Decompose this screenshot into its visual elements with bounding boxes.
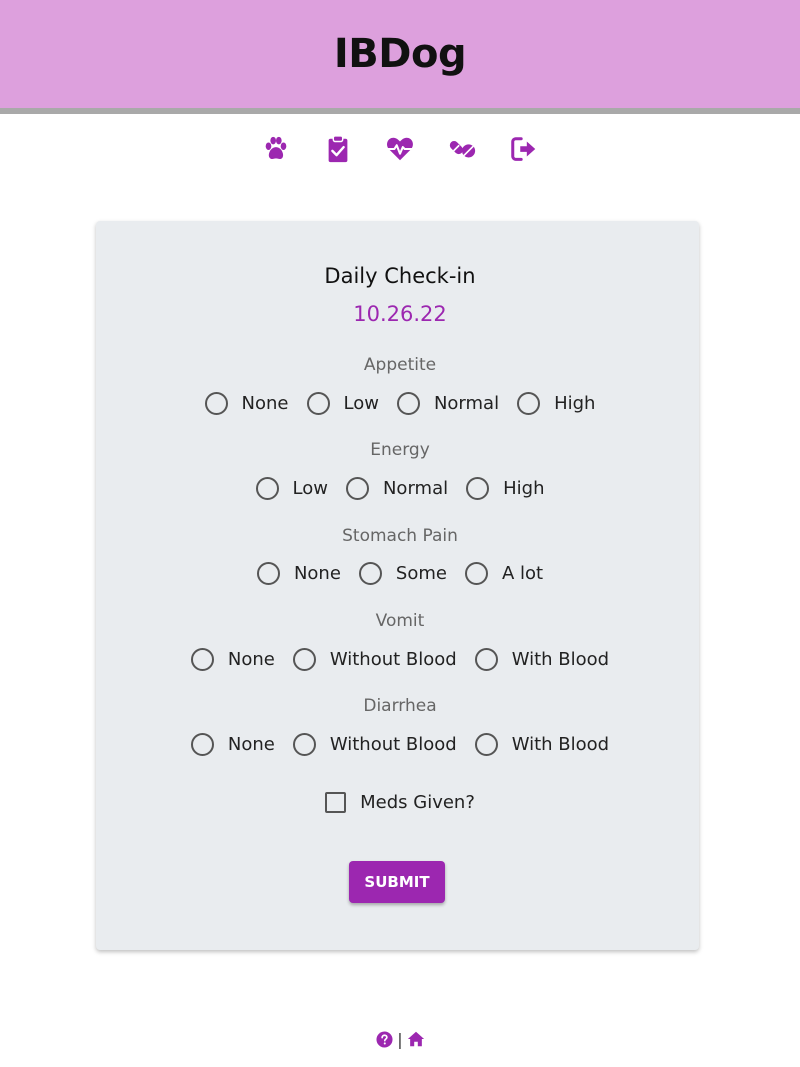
form-date: 10.26.22 bbox=[353, 302, 447, 326]
pills-icon bbox=[449, 141, 476, 158]
radio-button[interactable] bbox=[464, 562, 488, 585]
radio-button[interactable] bbox=[474, 648, 498, 671]
heart-pulse-icon bbox=[386, 137, 414, 161]
energy-label: Energy bbox=[370, 440, 430, 460]
vomit-options: None Without Blood With Blood bbox=[0, 648, 800, 671]
home-icon bbox=[407, 1031, 424, 1047]
checkin-card bbox=[96, 221, 699, 950]
radio-button[interactable] bbox=[292, 733, 316, 756]
nav-meds-button[interactable] bbox=[446, 133, 478, 165]
appetite-label: Appetite bbox=[363, 355, 437, 375]
energy-option-normal[interactable]: Normal bbox=[345, 477, 448, 500]
meds-given-label: Meds Given? bbox=[360, 792, 475, 813]
nav-checkin-button[interactable] bbox=[322, 133, 354, 165]
stomach-pain-label: Stomach Pain bbox=[342, 526, 458, 546]
footer: | bbox=[0, 1029, 800, 1049]
logout-icon bbox=[511, 137, 536, 161]
stomach-pain-options: None Some A lot bbox=[0, 562, 800, 585]
radio-button[interactable] bbox=[466, 477, 490, 500]
app-header: IBDog bbox=[0, 0, 800, 108]
energy-option-low[interactable]: Low bbox=[255, 477, 328, 500]
radio-button[interactable] bbox=[474, 733, 498, 756]
radio-button[interactable] bbox=[358, 562, 382, 585]
radio-button[interactable] bbox=[190, 733, 214, 756]
stomach-pain-option-none[interactable]: None bbox=[256, 562, 341, 585]
appetite-option-normal[interactable]: Normal bbox=[396, 392, 499, 415]
submit-button[interactable]: SUBMIT bbox=[349, 861, 445, 903]
paw-icon bbox=[265, 136, 287, 159]
help-button[interactable] bbox=[375, 1030, 393, 1048]
app-title: IBDog bbox=[333, 31, 467, 77]
appetite-option-high[interactable]: High bbox=[517, 392, 595, 415]
radio-button[interactable] bbox=[396, 392, 420, 415]
footer-separator: | bbox=[397, 1029, 403, 1049]
question-circle-icon bbox=[376, 1030, 393, 1048]
stomach-pain-option-a-lot[interactable]: A lot bbox=[464, 562, 543, 585]
nav-health-button[interactable] bbox=[384, 133, 416, 165]
radio-button[interactable] bbox=[345, 477, 369, 500]
nav-logout-button[interactable] bbox=[508, 133, 540, 165]
diarrhea-option-none[interactable]: None bbox=[190, 733, 275, 756]
header-divider bbox=[0, 108, 800, 114]
clipboard-check-icon bbox=[328, 135, 348, 163]
nav-dog-profile-button[interactable] bbox=[260, 133, 292, 165]
radio-button[interactable] bbox=[256, 562, 280, 585]
radio-button[interactable] bbox=[517, 392, 541, 415]
meds-given-checkbox[interactable] bbox=[325, 792, 347, 813]
main-nav bbox=[0, 133, 800, 169]
diarrhea-option-with-blood[interactable]: With Blood bbox=[474, 733, 609, 756]
energy-option-high[interactable]: High bbox=[466, 477, 544, 500]
meds-given-row[interactable]: Meds Given? bbox=[0, 792, 800, 813]
radio-button[interactable] bbox=[292, 648, 316, 671]
diarrhea-option-without-blood[interactable]: Without Blood bbox=[292, 733, 457, 756]
radio-button[interactable] bbox=[204, 392, 228, 415]
diarrhea-label: Diarrhea bbox=[363, 696, 437, 716]
appetite-option-low[interactable]: Low bbox=[306, 392, 379, 415]
radio-button[interactable] bbox=[190, 648, 214, 671]
radio-button[interactable] bbox=[255, 477, 279, 500]
radio-button[interactable] bbox=[306, 392, 330, 415]
vomit-option-with-blood[interactable]: With Blood bbox=[474, 648, 609, 671]
vomit-label: Vomit bbox=[375, 611, 425, 631]
home-button[interactable] bbox=[407, 1030, 425, 1048]
form-title: Daily Check-in bbox=[324, 264, 476, 288]
vomit-option-without-blood[interactable]: Without Blood bbox=[292, 648, 457, 671]
appetite-option-none[interactable]: None bbox=[204, 392, 289, 415]
vomit-option-none[interactable]: None bbox=[190, 648, 275, 671]
appetite-options: None Low Normal High bbox=[0, 392, 800, 415]
energy-options: Low Normal High bbox=[0, 477, 800, 500]
diarrhea-options: None Without Blood With Blood bbox=[0, 733, 800, 756]
stomach-pain-option-some[interactable]: Some bbox=[358, 562, 447, 585]
